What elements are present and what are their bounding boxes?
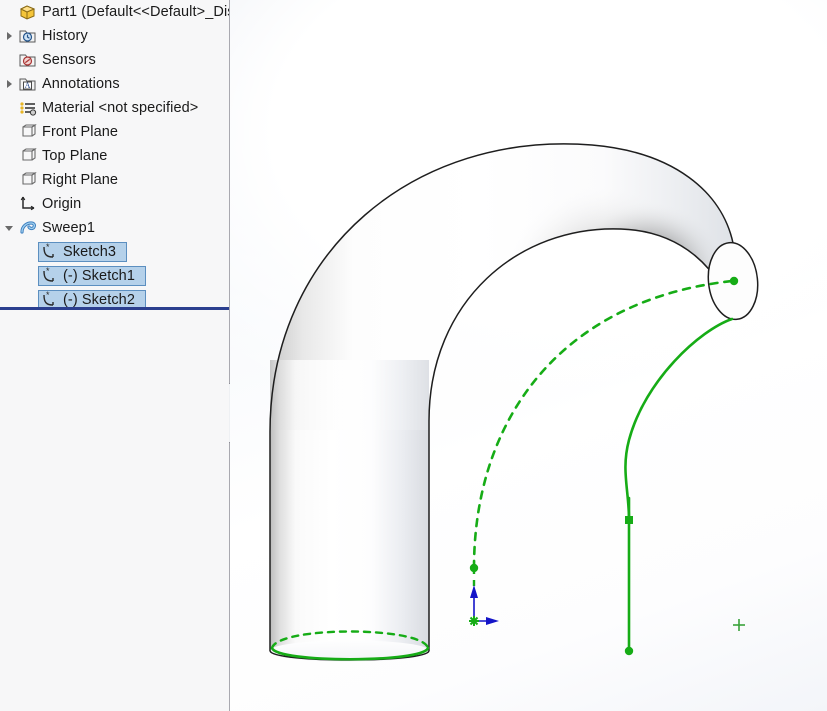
- sketch-icon: *: [39, 266, 59, 286]
- origin-triad: [469, 585, 499, 626]
- plane-icon: [18, 122, 38, 142]
- plane-icon: [18, 170, 38, 190]
- tree-item-root[interactable]: Part1 (Default<<Default>_Disp: [0, 0, 230, 24]
- arc-center-point: [469, 563, 479, 573]
- sweep-icon: [18, 218, 38, 238]
- tree-item-label: Part1 (Default<<Default>_Disp: [42, 4, 230, 20]
- tree-item-sensors[interactable]: Sensors: [0, 48, 230, 72]
- annotations-icon: A: [18, 74, 38, 94]
- model-canvas: [269, 143, 759, 662]
- tree-item-label: (-) Sketch1: [63, 268, 136, 284]
- no-expander: [2, 48, 18, 72]
- tree-item-label: Sweep1: [42, 220, 95, 236]
- cylinder-torus-blend: [270, 360, 429, 470]
- feature-manager-panel: Part1 (Default<<Default>_Disp History Se…: [0, 0, 230, 711]
- tree-item-origin[interactable]: Origin: [0, 192, 230, 216]
- tree-item-label: Material <not specified>: [42, 100, 199, 116]
- tree-item-annotations[interactable]: A Annotations: [0, 72, 230, 96]
- rollback-bar[interactable]: [0, 307, 229, 310]
- green-cross-marker: [733, 619, 745, 631]
- tree-item-sketch1[interactable]: * (-) Sketch1: [0, 264, 230, 288]
- bottom-endpoint: [624, 646, 634, 656]
- no-expander: [2, 120, 18, 144]
- sweep-path-dashed-arc: [472, 279, 734, 570]
- sensors-icon: [18, 50, 38, 70]
- tree-item-label: Right Plane: [42, 172, 119, 188]
- tree-item-sketch3[interactable]: * Sketch3: [0, 240, 230, 264]
- tree-item-history[interactable]: History: [0, 24, 230, 48]
- tree-item-label: History: [42, 28, 88, 44]
- tree-item-label: Annotations: [42, 76, 120, 92]
- no-expander: [2, 96, 18, 120]
- tree-item-label: Origin: [42, 196, 82, 212]
- no-expander: [2, 192, 18, 216]
- svg-text:*: *: [46, 290, 50, 300]
- svg-text:*: *: [46, 242, 50, 252]
- graphics-viewport[interactable]: [230, 0, 827, 711]
- chevron-right-icon[interactable]: [2, 72, 18, 96]
- tree-item-label: Front Plane: [42, 124, 119, 140]
- no-expander: [2, 144, 18, 168]
- root-expander: [2, 0, 18, 24]
- no-expander: [2, 168, 18, 192]
- selection-highlight: * Sketch3: [38, 242, 128, 262]
- history-icon: [18, 26, 38, 46]
- svg-text:A: A: [25, 81, 31, 90]
- selection-highlight: * (-) Sketch1: [38, 266, 147, 286]
- tree-item-material[interactable]: Material <not specified>: [0, 96, 230, 120]
- pipe-end-center-point: [729, 276, 739, 286]
- tree-item-front-plane[interactable]: Front Plane: [0, 120, 230, 144]
- tree-item-right-plane[interactable]: Right Plane: [0, 168, 230, 192]
- tree-item-sweep1[interactable]: Sweep1: [0, 216, 230, 240]
- part-icon: [18, 2, 38, 22]
- profile-solid-arc: [624, 317, 734, 522]
- chevron-right-icon[interactable]: [2, 24, 18, 48]
- origin-icon: [18, 194, 38, 214]
- svg-text:*: *: [46, 266, 50, 276]
- plane-icon: [18, 146, 38, 166]
- material-icon: [18, 98, 38, 118]
- tree-item-label: Sensors: [42, 52, 96, 68]
- tree-item-label: Top Plane: [42, 148, 108, 164]
- tree-item-label: Sketch3: [63, 244, 117, 260]
- line-midpoint-marker: [625, 516, 633, 524]
- solidworks-window: Part1 (Default<<Default>_Disp History Se…: [0, 0, 827, 711]
- sketch-icon: *: [39, 242, 59, 262]
- tree-item-top-plane[interactable]: Top Plane: [0, 144, 230, 168]
- chevron-down-icon[interactable]: [2, 216, 18, 240]
